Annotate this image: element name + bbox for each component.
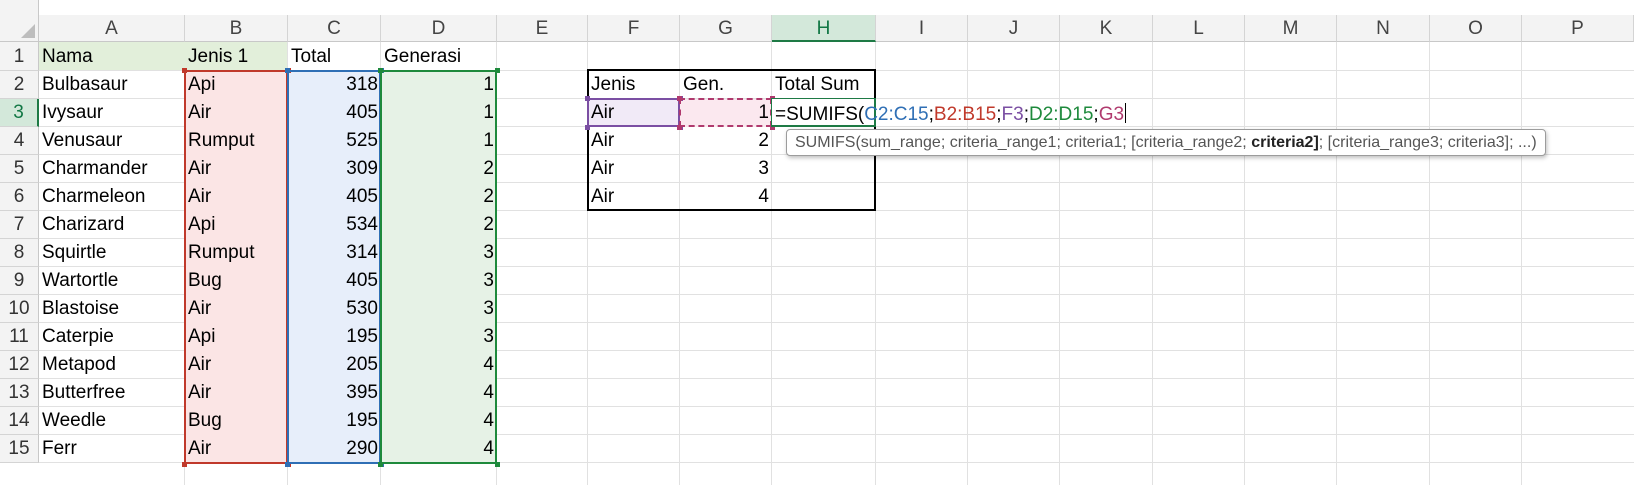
gridline-vertical <box>1244 42 1245 485</box>
row-header-2[interactable]: 2 <box>0 71 39 99</box>
spreadsheet-grid[interactable]: ABCDEFGHIJKLMNOP 1 2 3 4 5 6 7 8 9 10 11 12 13 14 15 N… <box>0 0 1634 485</box>
column-header-h[interactable]: H <box>772 15 876 42</box>
cell-nama[interactable]: Ivysaur <box>39 99 185 127</box>
cell-nama[interactable]: Charizard <box>39 211 185 239</box>
range-border-f3 <box>587 98 680 127</box>
formula-arg-4: D2:D15 <box>1028 104 1094 125</box>
row-header-5[interactable]: 5 <box>0 155 39 183</box>
range-border-g3 <box>679 98 772 127</box>
header-generasi[interactable]: Generasi <box>381 42 497 71</box>
column-header-c[interactable]: C <box>288 15 381 42</box>
range-corner-handle <box>585 96 590 101</box>
range-corner-handle <box>677 96 682 101</box>
formula-arg-3: F3 <box>1001 104 1024 125</box>
cell-nama[interactable]: Charmeleon <box>39 183 185 211</box>
function-tooltip[interactable]: SUMIFS(sum_range; criteria_range1; crite… <box>786 129 1546 156</box>
formula-prefix: =SUMIFS( <box>775 104 865 125</box>
tooltip-text-before: SUMIFS(sum_range; criteria_range1; crite… <box>795 134 1252 151</box>
row-header-7[interactable]: 7 <box>0 211 39 239</box>
range-corner-handle <box>285 68 290 73</box>
column-header-l[interactable]: L <box>1153 15 1245 42</box>
row-header-10[interactable]: 10 <box>0 295 39 323</box>
cell-nama[interactable]: Venusaur <box>39 127 185 155</box>
column-header-d[interactable]: D <box>381 15 497 42</box>
header-jenis[interactable]: Jenis 1 <box>185 42 288 71</box>
column-header-i[interactable]: I <box>876 15 968 42</box>
cell-nama[interactable]: Charmander <box>39 155 185 183</box>
formula-arguments: C2:C15;B2:B15;F3;D2:D15;G3 <box>864 104 1124 125</box>
text-cursor <box>1125 103 1127 123</box>
row-header-6[interactable]: 6 <box>0 183 39 211</box>
tooltip-current-argument: criteria2] <box>1251 134 1319 151</box>
range-corner-handle <box>285 462 290 467</box>
cell-nama[interactable]: Butterfree <box>39 379 185 407</box>
row-header-12[interactable]: 12 <box>0 351 39 379</box>
cell-nama[interactable]: Bulbasaur <box>39 71 185 99</box>
gridline-vertical <box>1429 42 1430 485</box>
row-header-1[interactable]: 1 <box>0 42 39 71</box>
column-header-n[interactable]: N <box>1337 15 1430 42</box>
column-header-k[interactable]: K <box>1060 15 1153 42</box>
range-corner-handle <box>378 68 383 73</box>
cell-nama[interactable]: Metapod <box>39 351 185 379</box>
header-total[interactable]: Total <box>288 42 381 71</box>
range-corner-handle <box>585 125 590 130</box>
range-corner-handle <box>677 125 682 130</box>
cell-nama[interactable]: Blastoise <box>39 295 185 323</box>
column-header-m[interactable]: M <box>1245 15 1337 42</box>
range-corner-handle <box>495 68 500 73</box>
row-header-4[interactable]: 4 <box>0 127 39 155</box>
range-border-c <box>287 70 381 464</box>
column-header-a[interactable]: A <box>39 15 185 42</box>
header-nama[interactable]: Nama <box>39 42 185 71</box>
range-corner-handle <box>182 462 187 467</box>
formula-arg-5: G3 <box>1098 104 1125 125</box>
cell-nama[interactable]: Caterpie <box>39 323 185 351</box>
gridline-vertical <box>1336 42 1337 485</box>
formula-arg-2: B2:B15 <box>933 104 997 125</box>
cell-nama[interactable]: Weedle <box>39 407 185 435</box>
formula-arg-1: C2:C15 <box>864 104 929 125</box>
range-border-b <box>184 70 288 464</box>
range-corner-handle <box>495 462 500 467</box>
range-corner-handle <box>182 68 187 73</box>
row-header-3[interactable]: 3 <box>0 99 39 127</box>
row-header-8[interactable]: 8 <box>0 239 39 267</box>
column-header-j[interactable]: J <box>968 15 1060 42</box>
row-header-15[interactable]: 15 <box>0 435 39 463</box>
cell-nama[interactable]: Wartortle <box>39 267 185 295</box>
range-corner-handle <box>378 462 383 467</box>
cell-nama[interactable]: Ferr <box>39 435 185 463</box>
row-header-9[interactable]: 9 <box>0 267 39 295</box>
column-header-o[interactable]: O <box>1430 15 1522 42</box>
tooltip-text-after: ; [criteria_range3; criteria3]; ...) <box>1318 134 1537 151</box>
select-all-triangle-icon <box>21 24 35 38</box>
column-header-b[interactable]: B <box>185 15 288 42</box>
gridline-vertical <box>1521 42 1522 485</box>
select-all-corner[interactable] <box>0 0 39 42</box>
gridline-vertical <box>1152 42 1153 485</box>
row-header-14[interactable]: 14 <box>0 407 39 435</box>
range-border-d <box>380 70 497 464</box>
in-cell-formula-editor[interactable]: =SUMIFS(C2:C15;B2:B15;F3;D2:D15;G3 <box>775 103 1127 126</box>
column-header-e[interactable]: E <box>497 15 588 42</box>
cell-nama[interactable]: Squirtle <box>39 239 185 267</box>
column-header-f[interactable]: F <box>588 15 680 42</box>
column-header-g[interactable]: G <box>680 15 772 42</box>
column-header-p[interactable]: P <box>1522 15 1634 42</box>
row-header-11[interactable]: 11 <box>0 323 39 351</box>
row-header-13[interactable]: 13 <box>0 379 39 407</box>
